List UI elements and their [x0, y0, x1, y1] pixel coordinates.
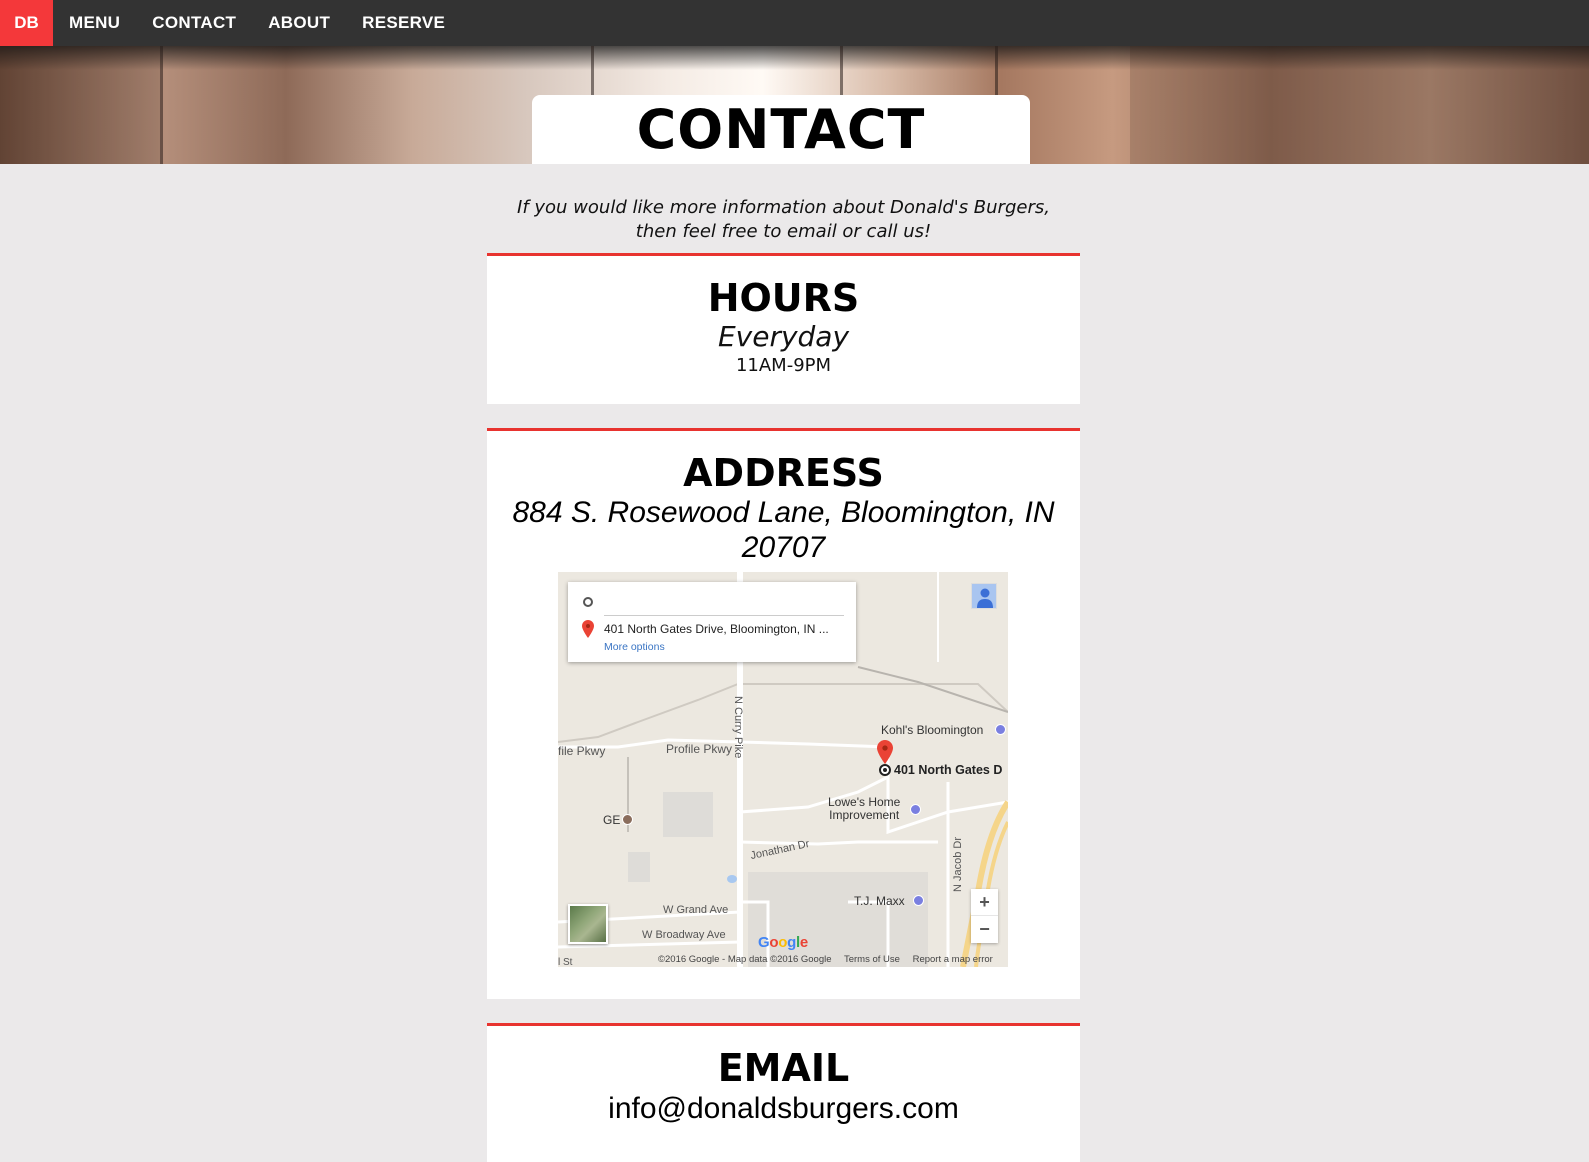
page-title-tab: CONTACT — [532, 95, 1030, 164]
map-label-st: l St — [558, 957, 573, 967]
nav-item-contact[interactable]: CONTACT — [152, 13, 236, 33]
nav-item-reserve[interactable]: RESERVE — [362, 13, 445, 33]
top-navbar: DB MENU CONTACT ABOUT RESERVE — [0, 0, 1589, 46]
shopping-poi-icon — [910, 804, 921, 815]
hours-card: HOURS Everyday 11AM-9PM — [487, 253, 1080, 404]
shopping-poi-icon — [913, 895, 924, 906]
map-label-profile-left: file Pkwy — [558, 744, 606, 758]
map-label-curry: N Curry Pike — [732, 696, 744, 759]
nav-item-about[interactable]: ABOUT — [268, 13, 330, 33]
business-poi-icon — [622, 814, 633, 825]
satellite-toggle-thumbnail[interactable] — [568, 904, 608, 944]
email-card: EMAIL info@donaldsburgers.com — [487, 1023, 1080, 1162]
more-options-link[interactable]: More options — [604, 641, 665, 653]
map-label-jacob: N Jacob Dr — [952, 836, 964, 892]
terms-of-use-link[interactable]: Terms of Use — [844, 954, 900, 965]
address-line-1: 884 S. Rosewood Lane, Bloomington, IN — [512, 496, 1055, 529]
shopping-poi-icon — [995, 724, 1006, 735]
map-label-ge: GE — [603, 813, 621, 827]
map-label-lowes: Lowe's Home Improvement — [828, 795, 901, 822]
map-marker-pin-icon[interactable] — [877, 740, 893, 764]
zoom-out-button[interactable]: − — [971, 916, 998, 943]
map-label-profile: Profile Pkwy — [666, 742, 733, 756]
hours-time: 11AM-9PM — [735, 355, 832, 376]
map-label-grand: W Grand Ave — [663, 904, 729, 916]
hours-days: Everyday — [717, 320, 850, 353]
map-label-marker: 401 North Gates D — [894, 763, 1003, 777]
zoom-controls: + − — [971, 889, 998, 943]
map-label-broadway: W Broadway Ave — [642, 929, 726, 941]
page-title: CONTACT — [636, 98, 926, 161]
report-map-error-link[interactable]: Report a map error — [913, 954, 993, 965]
address-line-2: 20707 — [741, 531, 826, 564]
logo-button[interactable]: DB — [0, 0, 53, 46]
email-address-link[interactable]: info@donaldsburgers.com — [487, 1090, 1080, 1128]
hours-heading: HOURS — [707, 276, 860, 320]
destination-pin-icon — [582, 620, 594, 638]
email-heading: EMAIL — [717, 1046, 850, 1090]
destination-address: 401 North Gates Drive, Bloomington, IN .… — [604, 622, 829, 636]
directions-panel[interactable]: 401 North Gates Drive, Bloomington, IN .… — [568, 582, 856, 662]
map-footer: ©2016 Google - Map data ©2016 Google Ter… — [658, 954, 1003, 965]
intro-line-2: then feel free to email or call us! — [635, 221, 932, 242]
nav-item-menu[interactable]: MENU — [69, 13, 120, 33]
street-view-pegman-icon[interactable] — [971, 583, 997, 609]
address-heading: ADDRESS — [683, 451, 884, 495]
marker-origin-icon — [879, 764, 891, 776]
address-text: 884 S. Rosewood Lane, Bloomington, IN 20… — [487, 495, 1080, 565]
origin-icon — [583, 597, 593, 607]
intro-line-1: If you would like more information about… — [517, 197, 1050, 218]
map-copyright: ©2016 Google - Map data ©2016 Google — [658, 954, 832, 965]
google-logo: Google — [758, 934, 808, 951]
embedded-map[interactable]: 401 North Gates Drive, Bloomington, IN .… — [558, 572, 1008, 967]
intro-text: If you would like more information about… — [487, 196, 1080, 244]
zoom-in-button[interactable]: + — [971, 889, 998, 916]
map-label-kohls: Kohl's Bloomington — [881, 723, 984, 737]
map-label-tjmaxx: T.J. Maxx — [854, 894, 905, 908]
